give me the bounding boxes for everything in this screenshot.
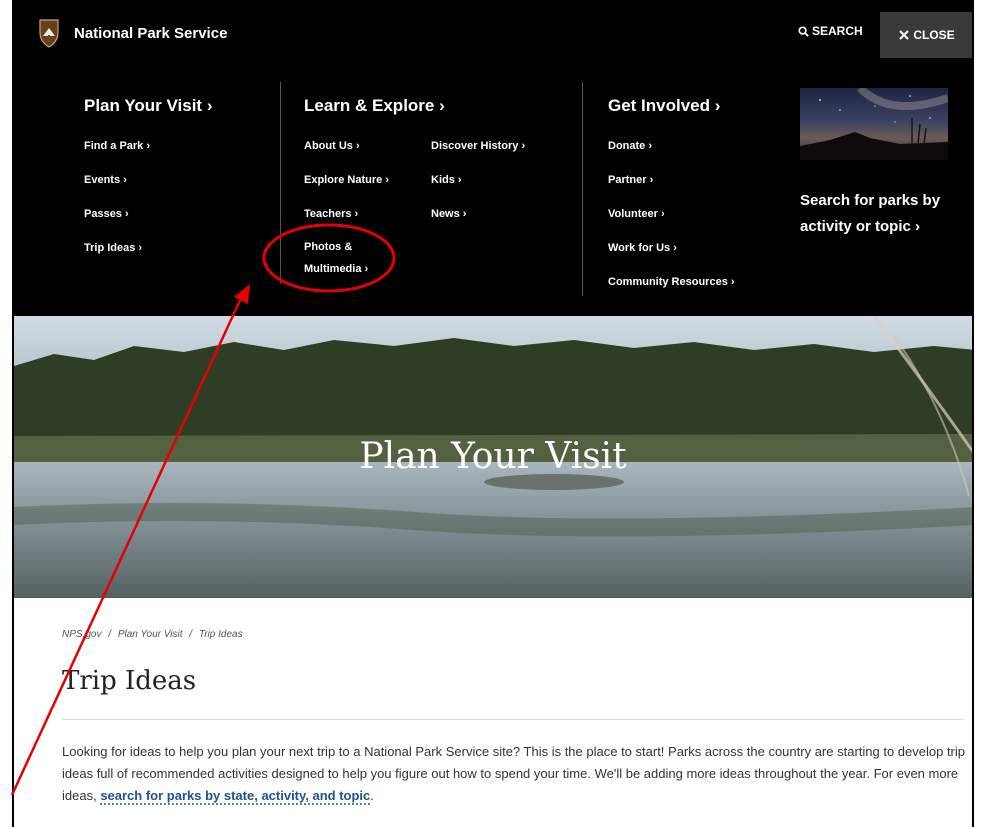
- menu-link-explore-nature[interactable]: Explore Nature ›: [304, 174, 389, 186]
- breadcrumb-parent[interactable]: Plan Your Visit: [118, 629, 183, 640]
- breadcrumb: NPS.gov / Plan Your Visit / Trip Ideas: [62, 629, 243, 640]
- menu-link-volunteer[interactable]: Volunteer ›: [608, 208, 665, 220]
- menu-link-events[interactable]: Events ›: [84, 174, 127, 186]
- menu-link-work-for-us[interactable]: Work for Us ›: [608, 242, 677, 254]
- menu-divider: [582, 82, 583, 296]
- breadcrumb-current: Trip Ideas: [198, 629, 243, 640]
- menu-link-find-a-park[interactable]: Find a Park ›: [84, 140, 150, 152]
- menu-link-about-us[interactable]: About Us ›: [304, 140, 360, 152]
- mega-menu: National Park Service SEARCH CLOSE Plan …: [14, 2, 972, 316]
- breadcrumb-home[interactable]: NPS.gov: [62, 629, 101, 640]
- browser-frame: National Park Service SEARCH CLOSE Plan …: [12, 0, 974, 827]
- menu-link-photos-multimedia-line1[interactable]: Photos &: [304, 241, 352, 253]
- close-label: CLOSE: [913, 28, 955, 42]
- feature-image-night-sky[interactable]: [800, 88, 948, 160]
- menu-link-news[interactable]: News ›: [431, 208, 466, 220]
- menu-link-kids[interactable]: Kids ›: [431, 174, 462, 186]
- arrowhead-logo-icon: [39, 19, 59, 48]
- close-button[interactable]: CLOSE: [880, 12, 972, 58]
- breadcrumb-separator: /: [108, 629, 112, 640]
- breadcrumb-separator: /: [189, 629, 193, 640]
- menu-heading-get-involved[interactable]: Get Involved ›: [608, 96, 720, 116]
- hero-banner: Plan Your Visit: [14, 316, 972, 598]
- feature-link-line2: activity or topic ›: [800, 218, 921, 235]
- menu-heading-plan-your-visit[interactable]: Plan Your Visit ›: [84, 96, 212, 116]
- title-divider: [62, 719, 964, 720]
- page-title: Trip Ideas: [62, 666, 197, 696]
- menu-link-discover-history[interactable]: Discover History ›: [431, 140, 525, 152]
- menu-heading-learn-explore[interactable]: Learn & Explore ›: [304, 96, 445, 116]
- night-sky-illustration: [800, 88, 948, 160]
- intro-text-end: .: [370, 788, 374, 803]
- menu-link-donate[interactable]: Donate ›: [608, 140, 652, 152]
- search-icon: [798, 25, 809, 37]
- menu-link-photos-multimedia-line2[interactable]: Multimedia ›: [304, 263, 368, 275]
- feature-link-line1: Search for parks by: [800, 192, 941, 209]
- menu-link-teachers[interactable]: Teachers ›: [304, 208, 358, 220]
- feature-link[interactable]: Search for parks by activity or topic ›: [800, 188, 960, 240]
- menu-divider: [280, 82, 281, 284]
- brand[interactable]: National Park Service: [38, 18, 227, 48]
- search-parks-link[interactable]: search for parks by state, activity, and…: [100, 788, 371, 805]
- search-button[interactable]: SEARCH: [798, 24, 863, 38]
- hero-title: Plan Your Visit: [359, 436, 627, 477]
- menu-link-community-resources[interactable]: Community Resources ›: [608, 276, 735, 288]
- menu-link-partner[interactable]: Partner ›: [608, 174, 653, 186]
- close-icon: [899, 30, 910, 40]
- menu-link-passes[interactable]: Passes ›: [84, 208, 129, 220]
- search-label: SEARCH: [812, 24, 863, 38]
- intro-paragraph: Looking for ideas to help you plan your …: [62, 741, 972, 807]
- brand-name: National Park Service: [74, 24, 228, 42]
- menu-link-trip-ideas[interactable]: Trip Ideas ›: [84, 242, 142, 254]
